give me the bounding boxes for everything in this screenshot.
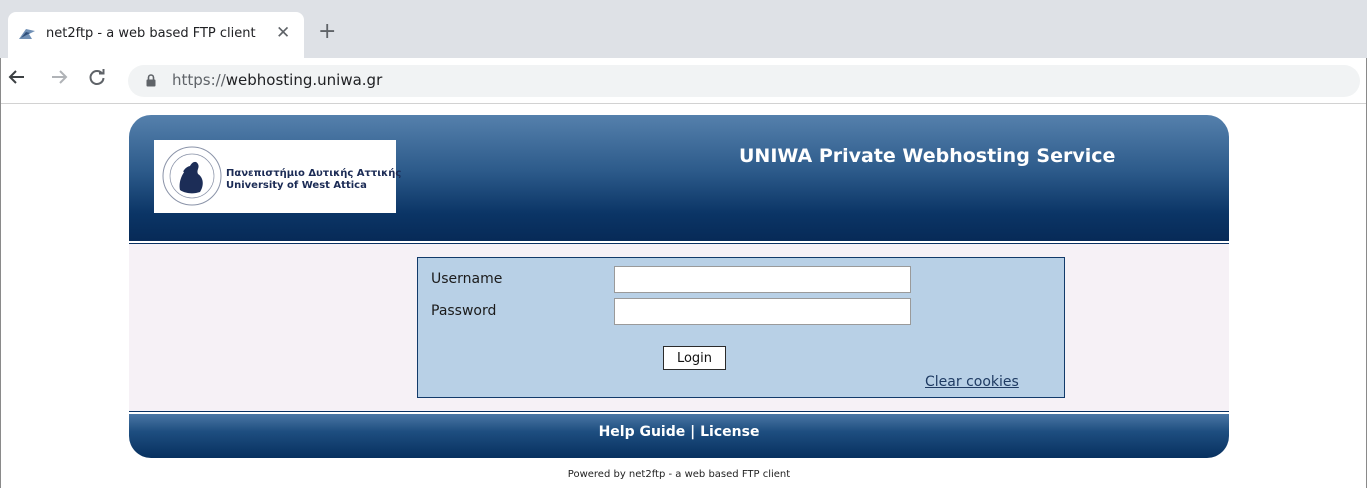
footer-separator: |: [685, 424, 701, 440]
login-form: Username Password Login Clear cookies: [417, 257, 1065, 398]
footer-links: Help Guide | License: [129, 414, 1229, 440]
clear-cookies-link[interactable]: Clear cookies: [925, 374, 1019, 390]
window-left-edge: [0, 58, 8, 488]
password-input[interactable]: [614, 298, 911, 325]
license-link[interactable]: License: [700, 424, 759, 440]
browser-toolbar: https://webhosting.uniwa.gr: [0, 58, 1367, 104]
tab-close-icon[interactable]: ✕: [276, 23, 290, 43]
logo-greek-name: Πανεπιστήμιο Δυτικής Αττικής: [226, 168, 402, 179]
password-label: Password: [431, 303, 497, 319]
university-seal-icon: [162, 146, 222, 206]
username-label: Username: [431, 271, 503, 287]
lock-icon: [146, 74, 156, 87]
site-header: Πανεπιστήμιο Δυτικής Αττικής University …: [129, 115, 1229, 241]
login-button[interactable]: Login: [663, 346, 726, 370]
new-tab-icon[interactable]: +: [318, 20, 336, 44]
tab-title: net2ftp - a web based FTP client: [46, 26, 256, 41]
powered-by-text: Powered by net2ftp - a web based FTP cli…: [567, 469, 791, 480]
net2ftp-favicon-icon: [19, 29, 35, 39]
url-host: webhosting.uniwa.gr: [225, 71, 383, 89]
back-arrow-icon[interactable]: [8, 68, 26, 91]
site-title: UNIWA Private Webhosting Service: [739, 145, 1116, 167]
login-band: Username Password Login Clear cookies: [129, 244, 1229, 411]
site-footer: Help Guide | License: [129, 414, 1229, 458]
url-scheme: https://: [172, 71, 226, 89]
university-logo: Πανεπιστήμιο Δυτικής Αττικής University …: [154, 140, 401, 213]
username-input[interactable]: [614, 266, 911, 293]
logo-english-name: University of West Attica: [226, 180, 367, 191]
reload-icon[interactable]: [88, 68, 106, 91]
browser-tab-strip: net2ftp - a web based FTP client ✕ +: [0, 0, 1367, 58]
help-guide-link[interactable]: Help Guide: [599, 424, 686, 440]
address-bar[interactable]: https://webhosting.uniwa.gr: [128, 65, 1360, 97]
forward-arrow-icon[interactable]: [50, 68, 68, 91]
url-text: https://webhosting.uniwa.gr: [172, 71, 382, 89]
net2ftp-page: Πανεπιστήμιο Δυτικής Αττικής University …: [129, 115, 1229, 480]
browser-tab[interactable]: net2ftp - a web based FTP client ✕: [8, 12, 304, 58]
